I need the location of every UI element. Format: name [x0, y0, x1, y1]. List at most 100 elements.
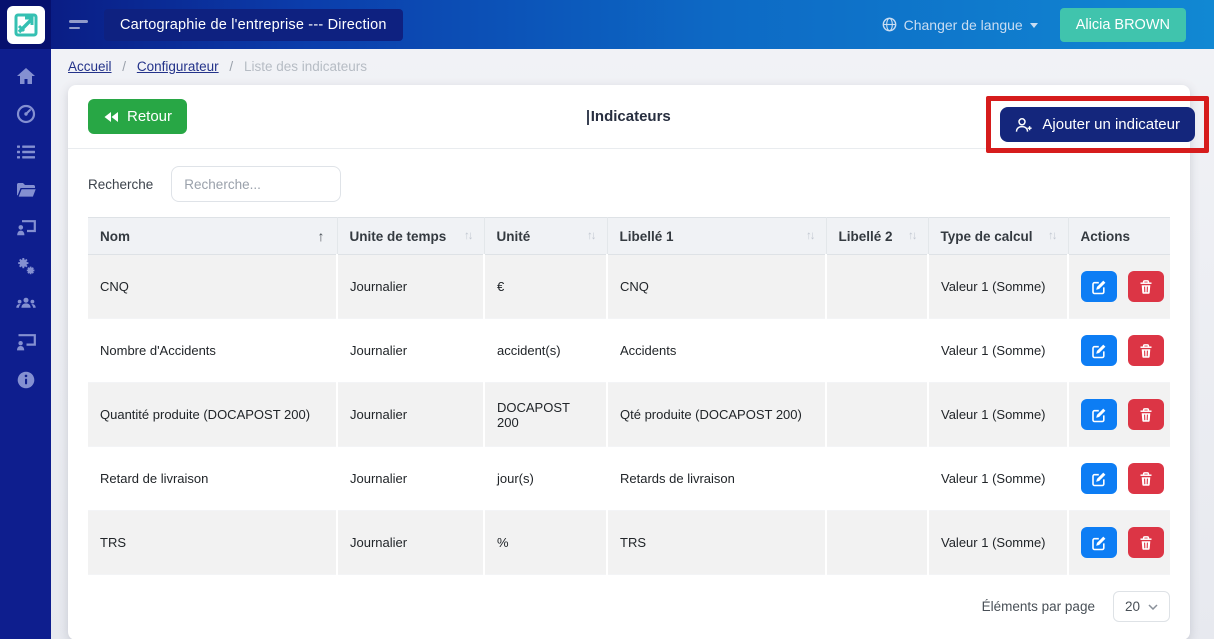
sidebar-item-training[interactable] — [0, 209, 51, 247]
person-board-icon — [16, 220, 36, 236]
sidebar — [0, 0, 51, 639]
logo-zone — [0, 0, 51, 49]
back-button[interactable]: Retour — [88, 99, 188, 134]
chevron-down-icon — [1148, 603, 1158, 610]
sidebar-item-folder[interactable] — [0, 171, 51, 209]
app-logo[interactable] — [6, 5, 45, 44]
language-switcher[interactable]: Changer de langue — [882, 17, 1038, 33]
cell-nom: CNQ — [88, 254, 338, 319]
cell-libelle-2 — [826, 318, 929, 383]
sidebar-item-list[interactable] — [0, 133, 51, 171]
per-page-select[interactable]: 20 — [1112, 591, 1170, 622]
trash-icon — [1140, 343, 1152, 358]
cell-unite: DOCAPOST 200 — [484, 382, 608, 447]
cell-type-de-calcul: Valeur 1 (Somme) — [928, 318, 1069, 383]
delete-button[interactable] — [1127, 463, 1164, 494]
sidebar-item-home[interactable] — [0, 57, 51, 95]
column-header-libelle2[interactable]: Libellé 2 ↑↓ — [826, 217, 929, 255]
sidebar-nav — [0, 49, 51, 399]
table-row: Retard de livraison Journalier jour(s) R… — [88, 446, 1170, 511]
delete-button[interactable] — [1127, 335, 1164, 366]
table-row: CNQ Journalier € CNQ Valeur 1 (Somme) — [88, 254, 1170, 319]
chevron-down-icon — [1029, 23, 1038, 28]
cell-unite: € — [484, 254, 608, 319]
breadcrumb-accueil[interactable]: Accueil — [68, 59, 112, 74]
edit-button[interactable] — [1081, 399, 1117, 430]
sidebar-item-users[interactable] — [0, 285, 51, 323]
per-page-label: Éléments par page — [981, 599, 1095, 614]
column-header-unite[interactable]: Unité ↑↓ — [484, 217, 608, 255]
cell-nom: Nombre d'Accidents — [88, 318, 338, 383]
cell-unite-de-temps: Journalier — [337, 510, 485, 575]
cell-actions — [1068, 254, 1170, 319]
annotation-highlight: Ajouter un indicateur — [986, 96, 1209, 153]
sort-both-icon: ↑↓ — [464, 230, 473, 242]
delete-button[interactable] — [1127, 271, 1164, 302]
edit-pencil-icon — [1092, 472, 1106, 486]
cell-libelle-2 — [826, 510, 929, 575]
breadcrumb-current: Liste des indicateurs — [243, 59, 368, 74]
sidebar-item-presentation[interactable] — [0, 323, 51, 361]
person-screen-icon — [16, 334, 36, 351]
cell-type-de-calcul: Valeur 1 (Somme) — [928, 446, 1069, 511]
edit-button[interactable] — [1081, 335, 1117, 366]
app-title: Cartographie de l'entreprise --- Directi… — [104, 8, 403, 41]
sidebar-item-settings[interactable] — [0, 247, 51, 285]
column-header-actions: Actions — [1068, 217, 1170, 255]
breadcrumb: Accueil / Configurateur / Liste des indi… — [68, 59, 368, 74]
trash-icon — [1140, 279, 1152, 294]
edit-button[interactable] — [1081, 527, 1117, 558]
delete-button[interactable] — [1127, 399, 1164, 430]
cell-unite-de-temps: Journalier — [337, 318, 485, 383]
add-indicator-button[interactable]: Ajouter un indicateur — [1000, 107, 1195, 142]
column-header-nom[interactable]: Nom ↑ — [88, 217, 338, 255]
column-header-unite_de_temps[interactable]: Unite de temps ↑↓ — [337, 217, 485, 255]
gears-icon — [17, 258, 34, 275]
cell-actions — [1068, 318, 1170, 383]
cell-nom: TRS — [88, 510, 338, 575]
card-body: Recherche Nom↑Unite de temps↑↓Unité↑↓Lib… — [68, 149, 1190, 639]
home-icon — [16, 68, 35, 84]
edit-pencil-icon — [1092, 408, 1106, 422]
indicators-card: Retour Indicateurs Ajouter un indicateur — [68, 85, 1209, 639]
column-header-type_de_calcul[interactable]: Type de calcul ↑↓ — [928, 217, 1069, 255]
sidebar-item-dashboard[interactable] — [0, 95, 51, 133]
edit-button[interactable] — [1081, 271, 1117, 302]
cell-type-de-calcul: Valeur 1 (Somme) — [928, 254, 1069, 319]
menu-toggle-icon[interactable] — [69, 20, 88, 29]
folder-open-icon — [16, 183, 36, 197]
cell-libelle-1: Retards de livraison — [607, 446, 827, 511]
breadcrumb-configurateur[interactable]: Configurateur — [137, 59, 219, 74]
user-button[interactable]: Alicia BROWN — [1059, 7, 1186, 42]
globe-icon — [882, 17, 897, 32]
cell-type-de-calcul: Valeur 1 (Somme) — [928, 382, 1069, 447]
rewind-icon — [104, 111, 118, 122]
text-cursor — [587, 109, 589, 125]
delete-button[interactable] — [1127, 527, 1164, 558]
sort-both-icon: ↑↓ — [1048, 230, 1057, 242]
cell-libelle-1: TRS — [607, 510, 827, 575]
table-header-row: Nom ↑ Unite de temps ↑↓ Unité ↑↓ Libellé 1 ↑↓ Li… — [88, 217, 1170, 255]
cell-unite: % — [484, 510, 608, 575]
table-row: TRS Journalier % TRS Valeur 1 (Somme) — [88, 510, 1170, 575]
person-plus-icon — [1016, 117, 1033, 132]
edit-pencil-icon — [1092, 280, 1106, 294]
edit-button[interactable] — [1081, 463, 1117, 494]
search-label: Recherche — [88, 176, 154, 192]
cell-actions — [1068, 446, 1170, 511]
table-row: Nombre d'Accidents Journalier accident(s… — [88, 318, 1170, 383]
cell-libelle-1: Qté produite (DOCAPOST 200) — [607, 382, 827, 447]
cell-actions — [1068, 382, 1170, 447]
sidebar-item-info[interactable] — [0, 361, 51, 399]
search-input[interactable] — [171, 166, 342, 202]
cell-unite-de-temps: Journalier — [337, 254, 485, 319]
sort-both-icon: ↑↓ — [908, 230, 917, 242]
column-header-libelle1[interactable]: Libellé 1 ↑↓ — [607, 217, 827, 255]
cell-libelle-2 — [826, 254, 929, 319]
sort-both-icon: ↑↓ — [587, 230, 596, 242]
cell-unite-de-temps: Journalier — [337, 382, 485, 447]
cell-unite: accident(s) — [484, 318, 608, 383]
cell-unite: jour(s) — [484, 446, 608, 511]
users-icon — [15, 297, 36, 308]
list-icon — [16, 145, 35, 159]
